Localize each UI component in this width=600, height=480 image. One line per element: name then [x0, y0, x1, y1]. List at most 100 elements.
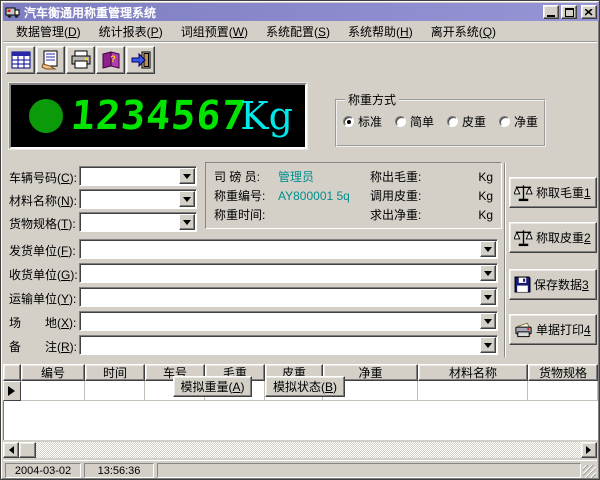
- chevron-down-icon: [484, 247, 492, 256]
- print-receipt-button[interactable]: 单据打印4: [509, 314, 597, 345]
- net-weight-label: 求出净重:: [370, 206, 432, 223]
- horizontal-scrollbar[interactable]: [3, 442, 597, 458]
- resize-grip[interactable]: [583, 465, 596, 478]
- combo-dropdown-button[interactable]: [480, 265, 496, 281]
- menu-item-config[interactable]: 系统配置(S): [257, 21, 339, 42]
- menu-item-phrases[interactable]: 词组预置(W): [172, 21, 257, 42]
- status-bar: 2004-03-02 13:56:36: [3, 460, 597, 479]
- toolbar-button-print[interactable]: [66, 46, 95, 74]
- weigh-mode-group: 称重方式 标准 简单 皮重 净重: [335, 91, 546, 147]
- scrollbar-thumb[interactable]: [19, 442, 36, 458]
- receiver-unit-combo[interactable]: [79, 263, 498, 283]
- toolbar-button-exit[interactable]: [126, 46, 155, 74]
- menu-item-help[interactable]: 系统帮助(H): [339, 21, 422, 42]
- table-header-time[interactable]: 时间: [85, 364, 145, 381]
- combo-dropdown-button[interactable]: [480, 337, 496, 353]
- exit-door-icon: [130, 50, 152, 70]
- menu-item-exit[interactable]: 离开系统(Q): [422, 21, 505, 42]
- current-row-selector[interactable]: [3, 381, 21, 401]
- weigh-info-panel: 司 磅 员: 管理员 称出毛重: Kg 称重编号: AY800001 5q 调用…: [205, 162, 502, 229]
- combo-dropdown-button[interactable]: [480, 289, 496, 305]
- shipper-unit-combo[interactable]: [79, 239, 498, 259]
- scale-icon: [514, 228, 533, 248]
- combo-dropdown-button[interactable]: [480, 241, 496, 257]
- close-button[interactable]: [581, 5, 597, 19]
- combo-dropdown-button[interactable]: [179, 168, 195, 184]
- arrow-left-icon: [5, 446, 14, 454]
- row-marker-icon: [8, 386, 20, 396]
- simulate-weight-button[interactable]: 模拟重量(A): [173, 376, 252, 397]
- receiver-unit-label: 收货单位(G):: [9, 266, 78, 283]
- status-indicator-light: [29, 99, 63, 133]
- status-message: [157, 463, 581, 478]
- shipper-unit-label: 发货单位(F):: [9, 242, 76, 259]
- vehicle-number-combo[interactable]: [79, 166, 197, 186]
- scroll-right-button[interactable]: [581, 442, 597, 458]
- transport-unit-combo[interactable]: [79, 287, 498, 307]
- table-header-selector: [3, 364, 21, 381]
- radio-icon: [343, 116, 354, 127]
- gross-weight-unit: Kg: [471, 170, 493, 184]
- app-window: 汽车衡通用称重管理系统 数据管理(D) 统计报表(P) 词组预置(W) 系统配置…: [0, 0, 600, 480]
- help-book-icon: ?: [100, 50, 122, 70]
- chevron-down-icon: [183, 174, 191, 183]
- table-header-spec[interactable]: 货物规格: [528, 364, 598, 381]
- toolbar-button-help[interactable]: ?: [96, 46, 125, 74]
- weigh-tare-button[interactable]: 称取皮重2: [509, 222, 597, 253]
- cargo-spec-combo[interactable]: [79, 212, 197, 232]
- led-weight-display: 1234567 Kg: [9, 83, 307, 149]
- chevron-down-icon: [183, 220, 191, 229]
- toolbar: ?: [3, 44, 597, 77]
- svg-text:?: ?: [110, 54, 116, 64]
- arrow-right-icon: [586, 446, 595, 454]
- printer-icon: [514, 321, 533, 338]
- cargo-spec-label: 货物规格(T):: [9, 215, 76, 232]
- close-icon: [585, 9, 593, 16]
- radio-simple[interactable]: 简单: [395, 113, 434, 130]
- menu-item-reports[interactable]: 统计报表(P): [90, 21, 172, 42]
- status-date: 2004-03-02: [5, 463, 81, 478]
- status-time: 13:56:36: [84, 463, 154, 478]
- transport-unit-label: 运输单位(Y):: [9, 290, 76, 307]
- radio-standard[interactable]: 标准: [343, 113, 382, 130]
- report-icon: [40, 50, 62, 70]
- tare-weight-label: 调用皮重:: [370, 187, 432, 204]
- vehicle-number-label: 车辆号码(C):: [9, 169, 77, 186]
- title-bar: 汽车衡通用称重管理系统: [3, 3, 599, 21]
- chevron-down-icon: [484, 295, 492, 304]
- maximize-button[interactable]: [561, 5, 577, 19]
- truck-app-icon: [5, 5, 21, 19]
- chevron-down-icon: [484, 319, 492, 328]
- menu-item-data[interactable]: 数据管理(D): [7, 21, 90, 42]
- chevron-down-icon: [183, 197, 191, 206]
- simulate-status-button[interactable]: 模拟状态(B): [265, 376, 345, 397]
- weigh-gross-button[interactable]: 称取毛重1: [509, 177, 597, 208]
- weigh-no-label: 称重编号:: [214, 187, 278, 204]
- radio-net[interactable]: 净重: [499, 113, 538, 130]
- material-name-label: 材料名称(N):: [9, 192, 77, 209]
- radio-icon: [499, 116, 510, 127]
- menu-bar: 数据管理(D) 统计报表(P) 词组预置(W) 系统配置(S) 系统帮助(H) …: [3, 22, 597, 41]
- toolbar-button-data-grid[interactable]: [6, 46, 35, 74]
- combo-dropdown-button[interactable]: [480, 313, 496, 329]
- material-name-combo[interactable]: [79, 189, 197, 209]
- radio-icon: [447, 116, 458, 127]
- weigh-time-label: 称重时间:: [214, 206, 278, 223]
- radio-tare[interactable]: 皮重: [447, 113, 486, 130]
- scroll-left-button[interactable]: [3, 442, 19, 458]
- data-grid-icon: [10, 50, 32, 70]
- site-combo[interactable]: [79, 311, 498, 331]
- weigh-mode-title: 称重方式: [345, 91, 399, 108]
- combo-dropdown-button[interactable]: [179, 191, 195, 207]
- table-header-id[interactable]: 编号: [21, 364, 85, 381]
- toolbar-button-report[interactable]: [36, 46, 65, 74]
- gross-weight-label: 称出毛重:: [370, 168, 432, 185]
- operator-label: 司 磅 员:: [214, 168, 278, 185]
- table-header-material[interactable]: 材料名称: [418, 364, 528, 381]
- remark-combo[interactable]: [79, 335, 498, 355]
- operator-value: 管理员: [278, 168, 370, 185]
- minimize-button[interactable]: [543, 5, 559, 19]
- save-data-button[interactable]: 保存数据3: [509, 269, 597, 300]
- chevron-down-icon: [484, 343, 492, 352]
- combo-dropdown-button[interactable]: [179, 214, 195, 230]
